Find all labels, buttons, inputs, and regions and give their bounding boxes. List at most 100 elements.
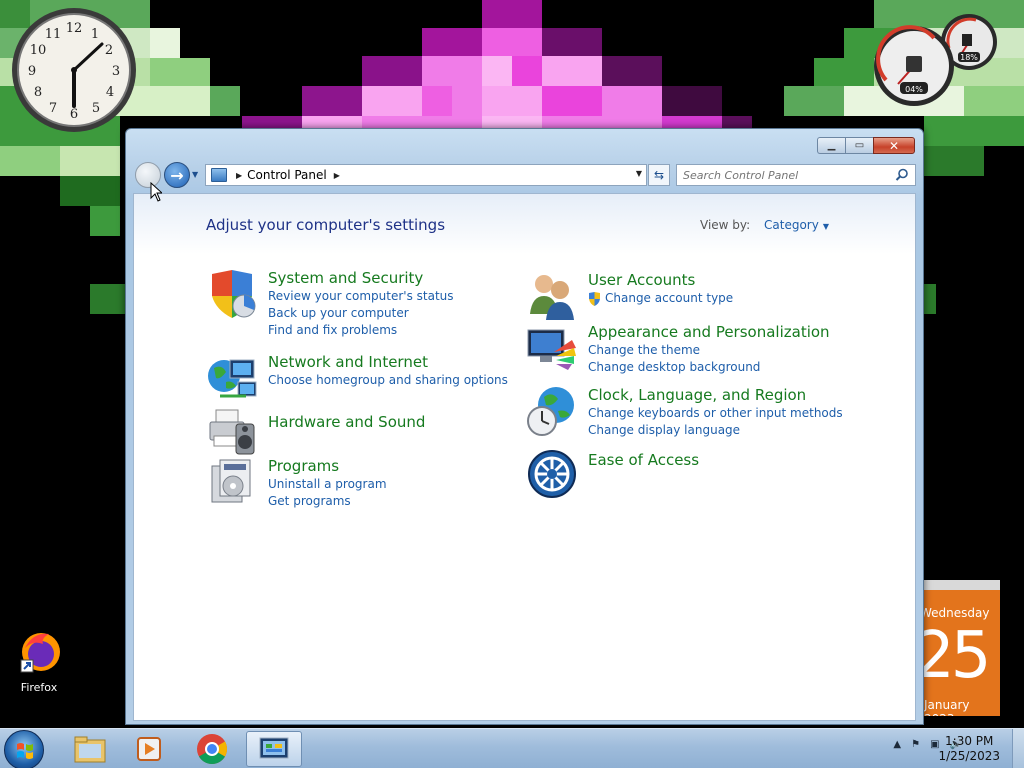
- show-hidden-icons-icon[interactable]: ▲: [893, 739, 901, 750]
- change-theme-link[interactable]: Change the theme: [588, 342, 830, 359]
- category-title[interactable]: Hardware and Sound: [268, 412, 425, 432]
- folder-icon: [74, 736, 106, 763]
- svg-text:9: 9: [28, 64, 36, 79]
- category-title[interactable]: Clock, Language, and Region: [588, 385, 843, 405]
- breadcrumb-control-panel[interactable]: Control Panel: [247, 168, 327, 182]
- users-icon: [530, 275, 574, 320]
- svg-text:6: 6: [70, 107, 78, 122]
- cpu-meter-gadget[interactable]: 18% 04%: [872, 8, 1002, 106]
- media-player-icon: [137, 737, 161, 761]
- category-programs: Programs Uninstall a program Get program…: [206, 456, 387, 510]
- svg-text:10: 10: [30, 43, 47, 58]
- category-title[interactable]: Appearance and Personalization: [588, 322, 830, 342]
- homegroup-sharing-link[interactable]: Choose homegroup and sharing options: [268, 372, 508, 389]
- minimize-button[interactable]: ▁: [817, 137, 845, 154]
- find-fix-problems-link[interactable]: Find and fix problems: [268, 322, 454, 339]
- control-panel-icon: [211, 168, 227, 182]
- close-icon: ✕: [888, 138, 900, 153]
- category-title[interactable]: Programs: [268, 456, 387, 476]
- start-button[interactable]: [4, 730, 44, 768]
- category-title[interactable]: User Accounts: [588, 270, 733, 290]
- view-by-label: View by:: [700, 218, 751, 232]
- control-panel-icon: [259, 737, 289, 759]
- category-hardware-sound: Hardware and Sound: [206, 404, 425, 456]
- category-network-internet: Network and Internet Choose homegroup an…: [206, 352, 508, 404]
- uac-shield-icon: [589, 291, 600, 306]
- svg-text:11: 11: [45, 27, 62, 42]
- programs-box-icon: [211, 459, 251, 503]
- taskbar-clock[interactable]: 1:30 PM 1/25/2023: [938, 734, 1000, 764]
- calendar-day: 25: [924, 619, 991, 693]
- action-center-icon[interactable]: ⚑: [911, 739, 920, 750]
- forward-button[interactable]: →: [164, 162, 190, 188]
- category-user-accounts: User Accounts Change account type: [526, 270, 733, 322]
- view-by-dropdown[interactable]: Category: [764, 218, 819, 232]
- change-keyboards-link[interactable]: Change keyboards or other input methods: [588, 405, 843, 422]
- calendar-weekday: Wednesday: [924, 606, 990, 620]
- change-account-type-label: Change account type: [605, 291, 734, 305]
- svg-text:2: 2: [105, 43, 113, 58]
- change-display-language-link[interactable]: Change display language: [588, 422, 843, 439]
- desktop-icon-firefox[interactable]: Firefox: [10, 628, 68, 694]
- get-programs-link[interactable]: Get programs: [268, 493, 387, 510]
- close-button[interactable]: ✕: [873, 137, 915, 154]
- chevron-right-icon[interactable]: ▶: [236, 171, 242, 180]
- category-title[interactable]: Ease of Access: [588, 450, 699, 470]
- review-status-link[interactable]: Review your computer's status: [268, 288, 454, 305]
- taskbar-chrome[interactable]: [184, 731, 240, 767]
- svg-text:12: 12: [66, 21, 83, 36]
- control-panel-window: ▁ ▭ ✕ → ▼ ▶ Control Panel ▶ ▼ ⇆ Adjust y…: [125, 128, 924, 725]
- content-pane: Adjust your computer's settings View by:…: [133, 193, 916, 721]
- chevron-right-icon[interactable]: ▶: [334, 171, 340, 180]
- clock-time: 1:30 PM: [945, 734, 994, 748]
- ease-of-access-icon: [528, 450, 576, 498]
- search-input[interactable]: [683, 168, 893, 182]
- change-account-type-link[interactable]: Change account type: [588, 290, 733, 307]
- category-appearance: Appearance and Personalization Change th…: [526, 322, 830, 376]
- svg-text:7: 7: [49, 101, 57, 116]
- shield-icon: [212, 270, 256, 318]
- svg-text:8: 8: [34, 85, 42, 100]
- svg-text:5: 5: [92, 101, 100, 116]
- desktop-icon-label: Firefox: [20, 681, 58, 694]
- refresh-icon: ⇆: [653, 168, 665, 182]
- address-dropdown-icon[interactable]: ▼: [636, 169, 642, 178]
- search-box[interactable]: [676, 164, 916, 186]
- uninstall-program-link[interactable]: Uninstall a program: [268, 476, 387, 493]
- maximize-button[interactable]: ▭: [845, 137, 873, 154]
- clock-date: 1/25/2023: [938, 749, 1000, 763]
- svg-text:1: 1: [91, 27, 99, 42]
- search-icon[interactable]: [895, 168, 909, 182]
- clock-globe-icon: [527, 387, 574, 436]
- page-title: Adjust your computer's settings: [206, 216, 446, 234]
- address-bar[interactable]: ▶ Control Panel ▶ ▼: [205, 164, 647, 186]
- clock-gadget[interactable]: 12 1 2 345 678 9 10 11: [10, 6, 138, 134]
- refresh-button[interactable]: ⇆: [648, 164, 670, 186]
- category-clock-language-region: Clock, Language, and Region Change keybo…: [526, 385, 843, 439]
- network-globe-icon: [208, 359, 257, 398]
- navigation-bar: → ▼ ▶ Control Panel ▶ ▼ ⇆: [134, 161, 916, 189]
- show-desktop-button[interactable]: [1012, 729, 1024, 768]
- svg-text:4: 4: [106, 85, 114, 100]
- category-ease-of-access: Ease of Access: [526, 448, 699, 500]
- view-by-control: View by: Category ▼: [700, 218, 829, 232]
- category-system-security: System and Security Review your computer…: [206, 268, 454, 339]
- window-controls: ▁ ▭ ✕: [817, 137, 915, 154]
- back-up-link[interactable]: Back up your computer: [268, 305, 454, 322]
- chevron-down-icon[interactable]: ▼: [823, 222, 829, 231]
- calendar-gadget[interactable]: Wednesday 25 January 2023: [924, 580, 1000, 716]
- minimize-icon: ▁: [827, 140, 836, 151]
- category-title[interactable]: System and Security: [268, 268, 454, 288]
- taskbar-media-player[interactable]: [122, 731, 178, 767]
- recent-pages-dropdown[interactable]: ▼: [192, 170, 202, 180]
- change-background-link[interactable]: Change desktop background: [588, 359, 830, 376]
- firefox-icon: [20, 633, 60, 673]
- svg-text:3: 3: [112, 64, 120, 79]
- memory-percent: 18%: [960, 53, 978, 62]
- mouse-cursor-icon: [150, 182, 162, 202]
- taskbar: ▲ ⚑ ▣ 🔊 1:30 PM 1/25/2023: [0, 728, 1024, 768]
- taskbar-control-panel[interactable]: [246, 731, 302, 767]
- taskbar-explorer[interactable]: [62, 731, 118, 767]
- calendar-rings: [924, 580, 1000, 590]
- category-title[interactable]: Network and Internet: [268, 352, 508, 372]
